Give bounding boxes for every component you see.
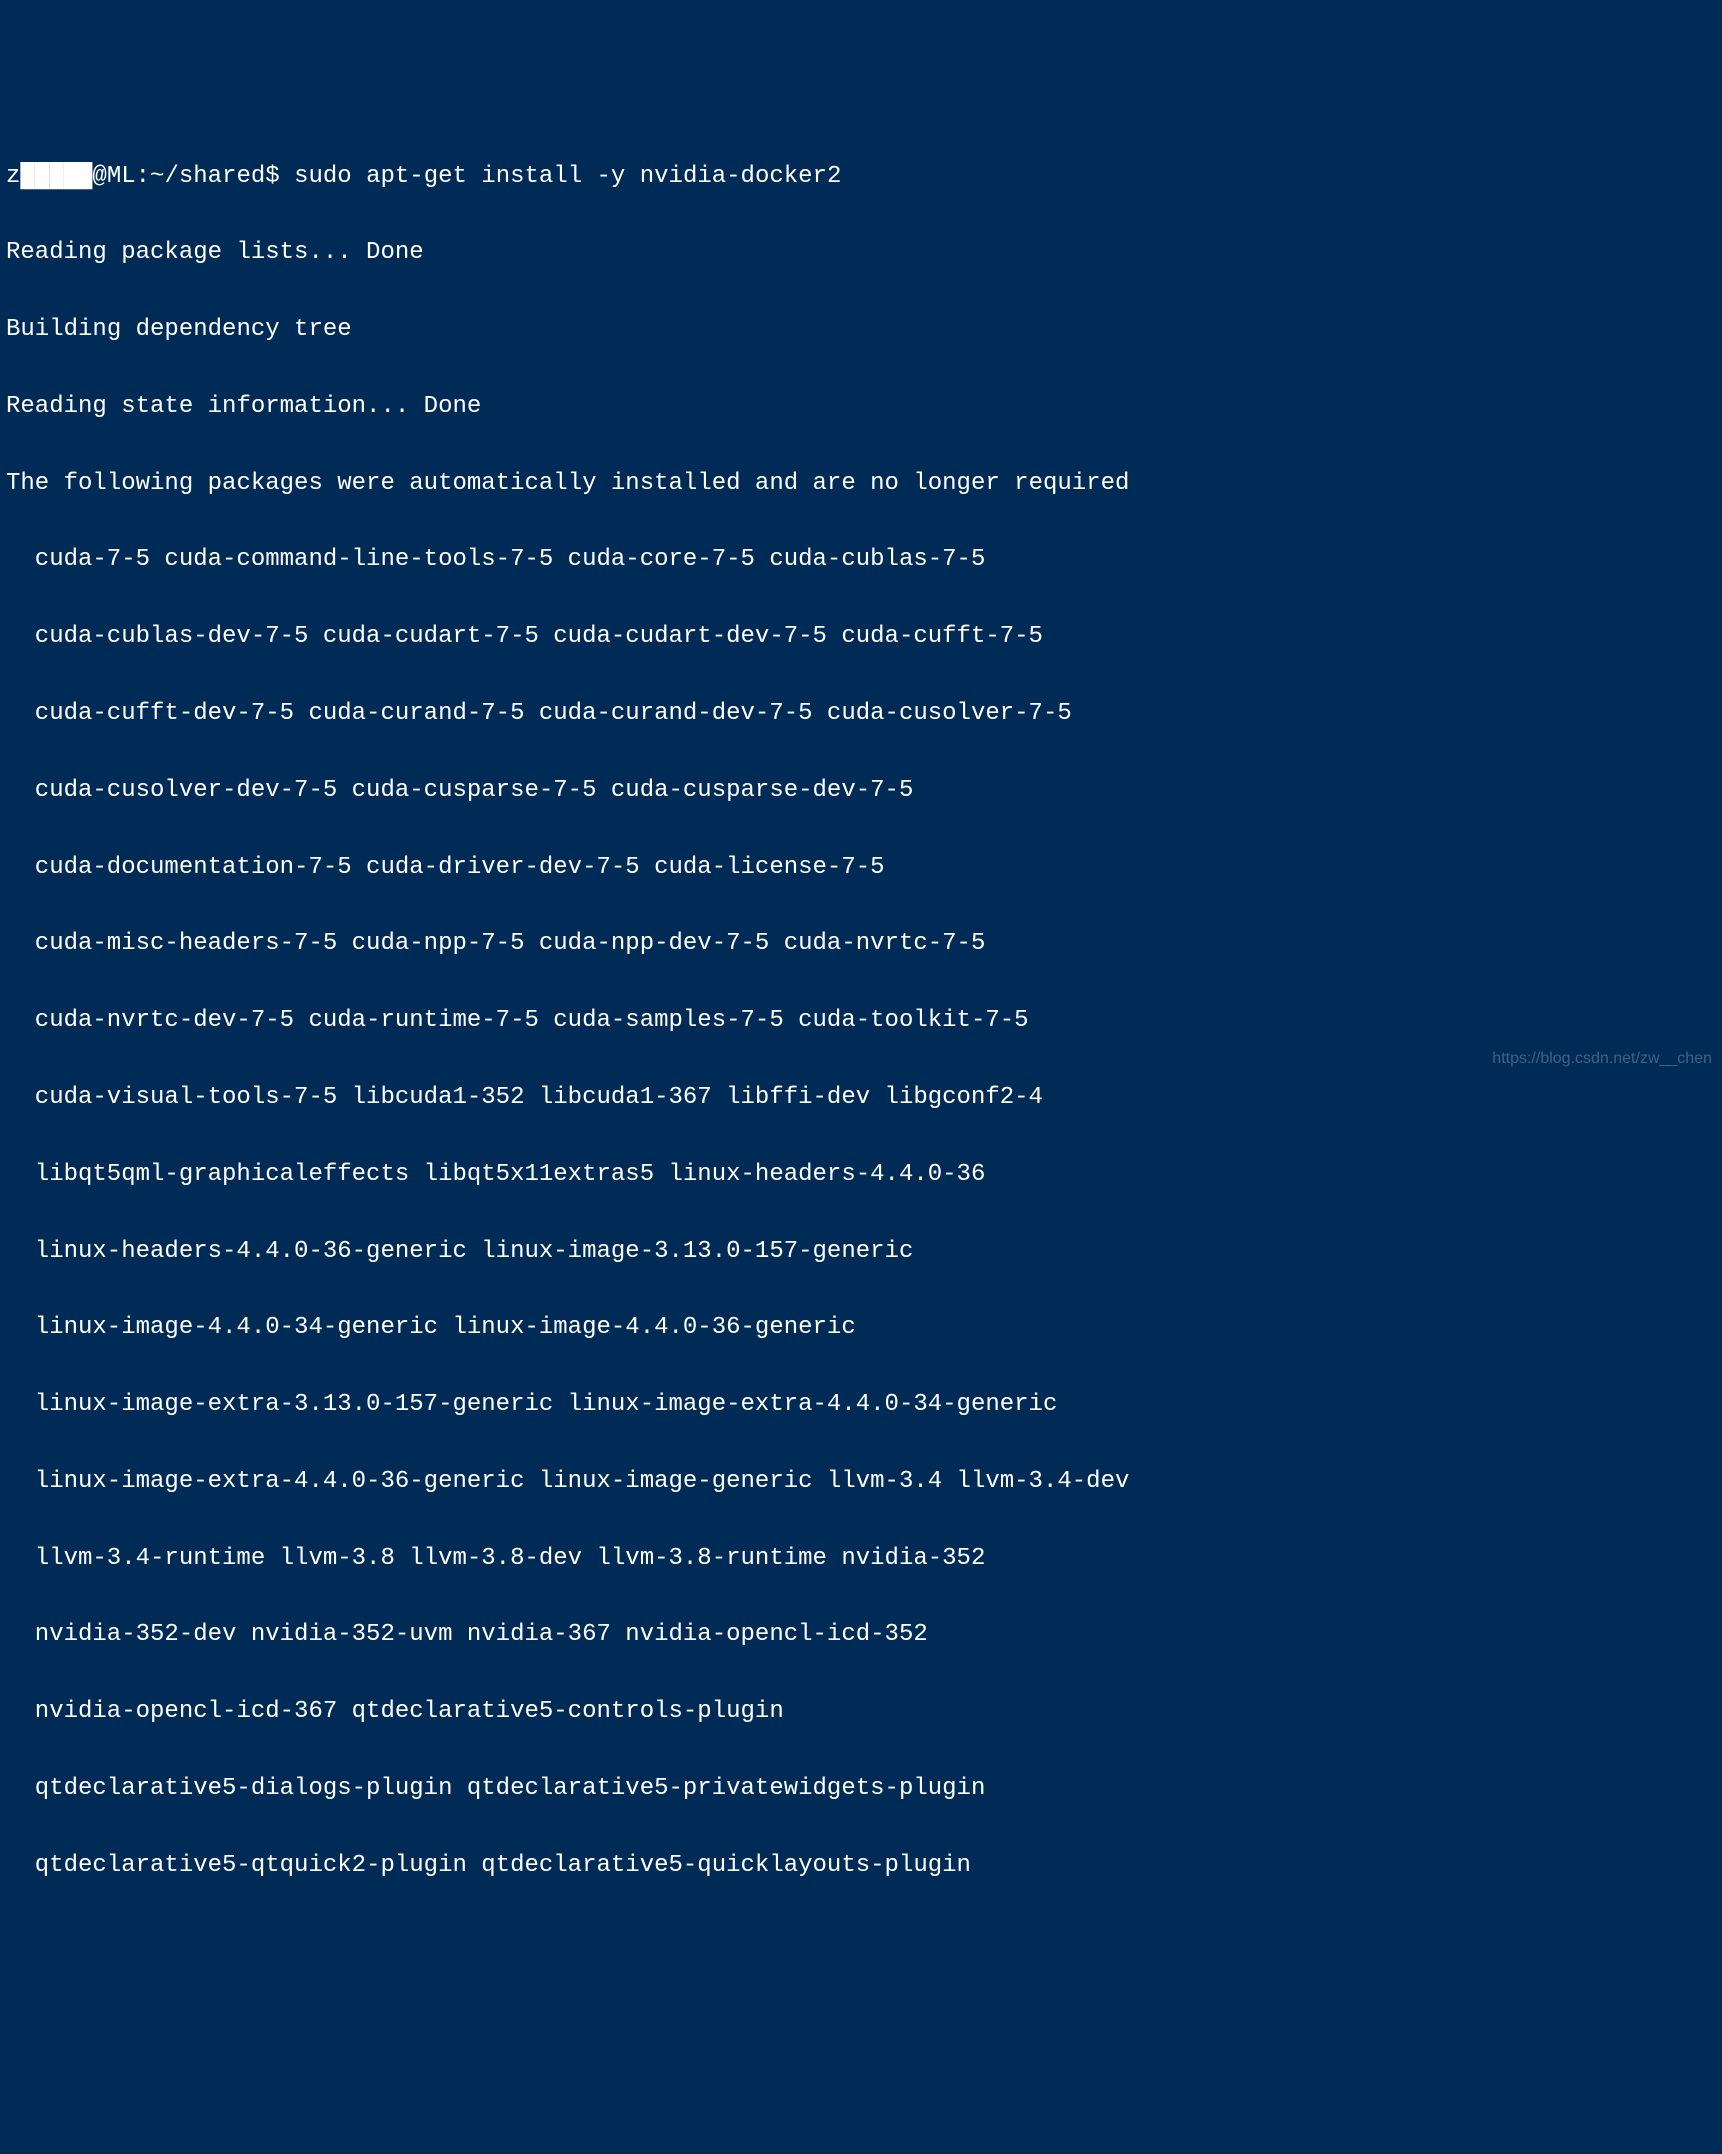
prompt-path: :~/shared$ [136, 163, 280, 190]
package-list-line: nvidia-opencl-icd-367 qtdeclarative5-con… [6, 1693, 1716, 1731]
package-list-line: cuda-nvrtc-dev-7-5 cuda-runtime-7-5 cuda… [6, 1002, 1716, 1040]
package-list-line: cuda-visual-tools-7-5 libcuda1-352 libcu… [6, 1079, 1716, 1117]
package-list-line: qtdeclarative5-qtquick2-plugin qtdeclara… [6, 1847, 1716, 1885]
output-line: The following packages were automaticall… [6, 465, 1716, 503]
package-list-line: linux-image-4.4.0-34-generic linux-image… [6, 1309, 1716, 1347]
package-list-line: cuda-cusolver-dev-7-5 cuda-cusparse-7-5 … [6, 772, 1716, 810]
terminal-prompt-line[interactable]: z█████@ML:~/shared$ sudo apt-get install… [6, 158, 1716, 196]
prompt-host: @ML [92, 163, 135, 190]
package-list-line: libqt5qml-graphicaleffects libqt5x11extr… [6, 1156, 1716, 1194]
package-list-line: linux-image-extra-4.4.0-36-generic linux… [6, 1463, 1716, 1501]
package-list-line: cuda-cublas-dev-7-5 cuda-cudart-7-5 cuda… [6, 618, 1716, 656]
package-list-line: linux-headers-4.4.0-36-generic linux-ima… [6, 1233, 1716, 1271]
package-list-line: nvidia-352-dev nvidia-352-uvm nvidia-367… [6, 1616, 1716, 1654]
package-list-line: cuda-misc-headers-7-5 cuda-npp-7-5 cuda-… [6, 925, 1716, 963]
package-list-line: qtdeclarative5-dialogs-plugin qtdeclarat… [6, 1770, 1716, 1808]
package-list-line: cuda-7-5 cuda-command-line-tools-7-5 cud… [6, 541, 1716, 579]
package-list-line: cuda-cufft-dev-7-5 cuda-curand-7-5 cuda-… [6, 695, 1716, 733]
package-list-line: cuda-documentation-7-5 cuda-driver-dev-7… [6, 849, 1716, 887]
watermark-text: https://blog.csdn.net/zw__chen [1492, 1046, 1712, 1072]
package-list-line: llvm-3.4-runtime llvm-3.8 llvm-3.8-dev l… [6, 1540, 1716, 1578]
output-line: Building dependency tree [6, 311, 1716, 349]
package-list-line: linux-image-extra-3.13.0-157-generic lin… [6, 1386, 1716, 1424]
output-line: Reading state information... Done [6, 388, 1716, 426]
prompt-command: sudo apt-get install -y nvidia-docker2 [280, 163, 842, 190]
output-line: Reading package lists... Done [6, 234, 1716, 272]
prompt-user: z█████ [6, 163, 92, 190]
